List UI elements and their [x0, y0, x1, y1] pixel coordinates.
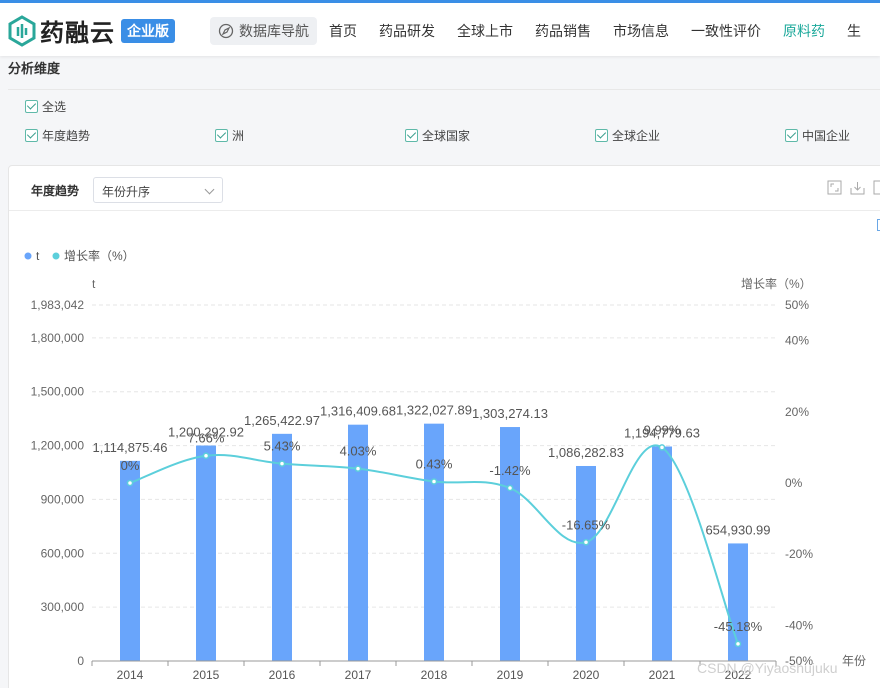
legend-line-swatch	[52, 252, 60, 260]
x-tick-label: 2021	[649, 668, 676, 682]
x-tick-label: 2020	[573, 668, 600, 682]
y-left-tick-label: 600,000	[41, 546, 85, 560]
y-left-tick-label: 1,200,000	[31, 439, 85, 453]
y-left-tick-label: 1,800,000	[31, 331, 85, 345]
y-right-tick-label: 40%	[785, 334, 809, 348]
y-right-tick-label: -40%	[785, 618, 813, 632]
growth-rate-data-label: -1.42%	[489, 463, 531, 478]
growth-rate-data-label: -45.18%	[714, 619, 763, 634]
growth-rate-data-label: 0%	[121, 458, 140, 473]
bar-data-label: 654,930.99	[705, 522, 770, 537]
x-tick-label: 2016	[269, 668, 296, 682]
y-right-tick-label: 0%	[785, 476, 803, 490]
growth-rate-point	[278, 460, 286, 467]
growth-rate-point	[202, 452, 210, 459]
legend-bar-swatch	[24, 252, 32, 260]
y-left-tick-label: 1,983,042	[31, 298, 85, 312]
y-right-tick-label: 20%	[785, 405, 809, 419]
bar	[576, 465, 596, 661]
growth-rate-data-label: -16.65%	[562, 517, 611, 532]
watermark: CSDN @Yiyaoshujuku	[697, 660, 838, 676]
y-left-axis-label: t	[92, 277, 96, 291]
growth-rate-point	[126, 479, 134, 487]
bar-data-label: 1,265,422.97	[244, 413, 320, 428]
y-left-tick-label: 1,500,000	[31, 385, 85, 399]
bar-data-label: 1,316,409.68	[320, 404, 396, 419]
legend-line-label[interactable]: 增长率（%）	[64, 248, 135, 263]
growth-rate-data-label: 9.99%	[644, 422, 681, 437]
x-tick-label: 2014	[117, 668, 144, 682]
bar-data-label: 1,303,274.13	[472, 406, 548, 421]
x-tick-label: 2018	[421, 668, 448, 682]
bar	[348, 424, 368, 661]
bar-data-label: 1,086,282.83	[548, 445, 624, 460]
growth-rate-data-label: 5.43%	[264, 439, 301, 454]
y-right-axis-label: 增长率（%）	[741, 276, 812, 291]
growth-rate-point	[658, 444, 666, 451]
y-right-tick-label: -20%	[785, 547, 813, 561]
growth-rate-point	[506, 484, 514, 492]
bar	[196, 445, 216, 661]
y-left-tick-label: 300,000	[41, 600, 85, 614]
x-axis-label: 年份	[842, 654, 866, 668]
growth-rate-point	[354, 465, 362, 472]
growth-rate-point	[734, 640, 742, 648]
growth-rate-point	[582, 539, 590, 546]
x-tick-label: 2017	[345, 668, 372, 682]
legend-bar-label[interactable]: t	[36, 249, 40, 263]
growth-rate-data-label: 0.43%	[416, 456, 453, 471]
bar-data-label: 1,114,875.46	[93, 440, 168, 455]
y-left-tick-label: 900,000	[41, 492, 85, 506]
growth-rate-data-label: 7.66%	[188, 431, 225, 446]
bar	[120, 460, 140, 661]
x-tick-label: 2015	[193, 668, 220, 682]
y-right-tick-label: 50%	[785, 298, 809, 312]
trend-chart: t 增长率（%） t 增长率（%） 年份 1,114,875.461,200,2…	[24, 248, 866, 682]
growth-rate-point	[430, 478, 438, 485]
growth-rate-data-label: 4.03%	[340, 444, 377, 459]
bar-data-label: 1,322,027.89	[396, 403, 472, 418]
bar	[652, 446, 672, 661]
y-left-tick-label: 0	[77, 654, 84, 668]
x-tick-label: 2019	[497, 668, 524, 682]
bar	[272, 433, 292, 661]
chart-legend: t 增长率（%）	[24, 248, 135, 263]
